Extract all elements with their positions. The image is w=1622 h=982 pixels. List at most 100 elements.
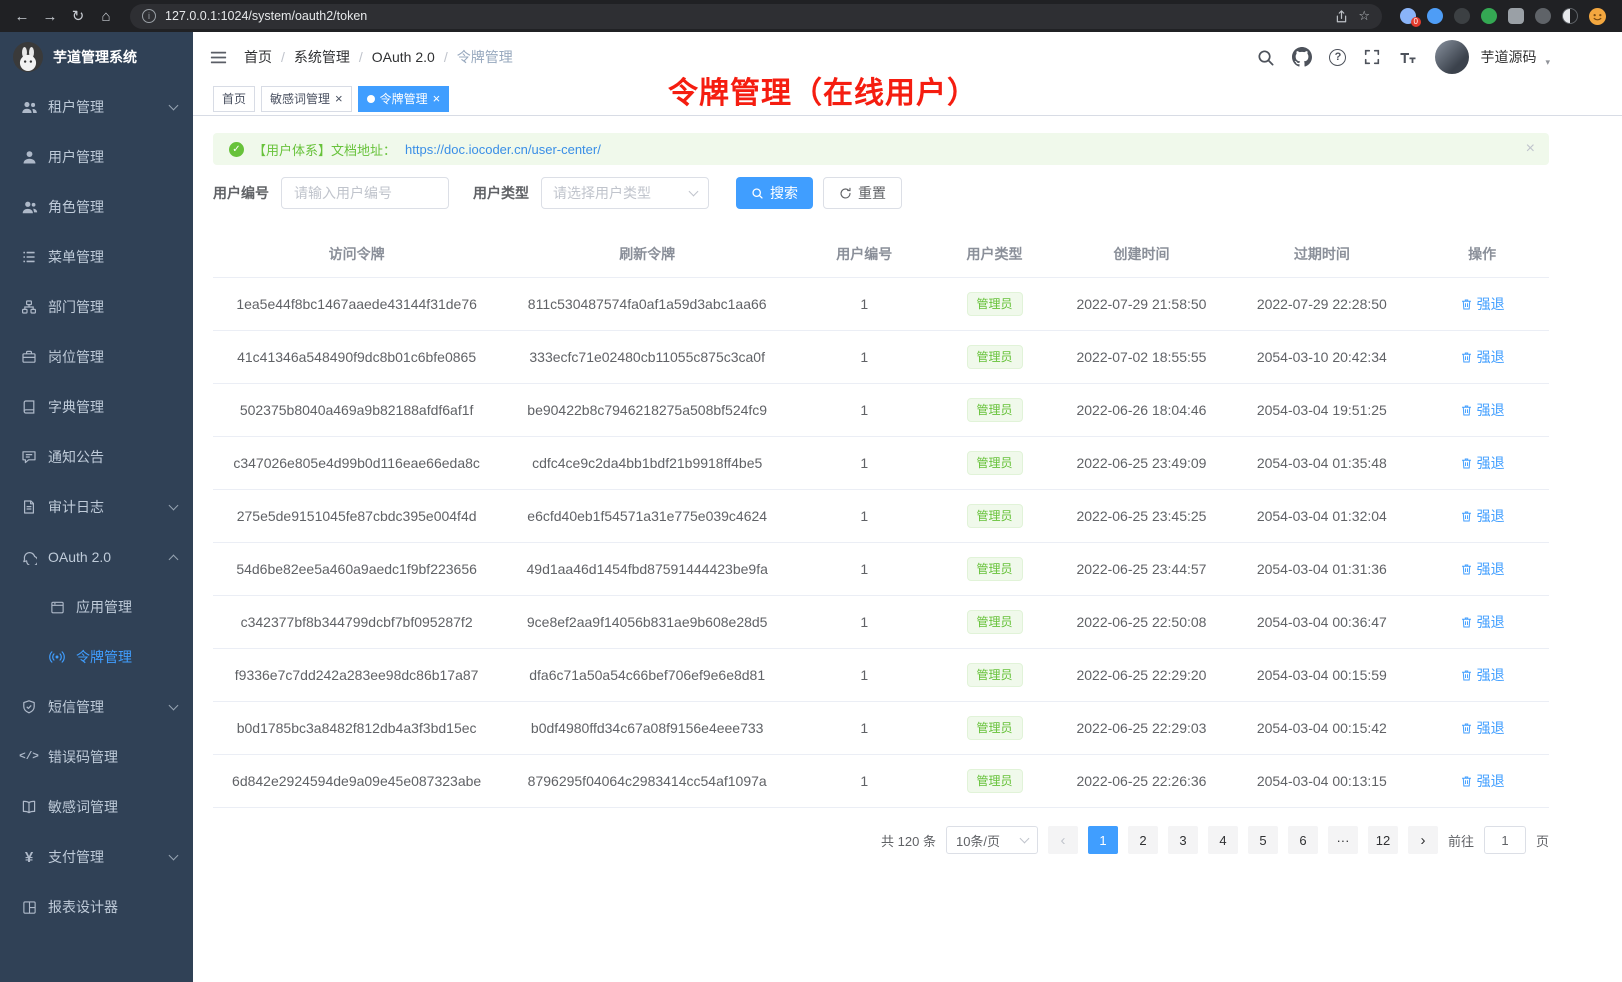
sidebar-item-tenant[interactable]: 租户管理 bbox=[0, 82, 193, 132]
browser-reload-button[interactable]: ↻ bbox=[66, 4, 90, 28]
sidebar-item-oauth2[interactable]: OAuth 2.0 bbox=[0, 532, 193, 582]
sidebar-item-role[interactable]: 角色管理 bbox=[0, 182, 193, 232]
sidebar-item-app-manage[interactable]: 应用管理 bbox=[0, 582, 193, 632]
force-logout-button[interactable]: 强退 bbox=[1460, 559, 1505, 579]
chevron-down-icon bbox=[169, 100, 179, 110]
fullscreen-icon[interactable] bbox=[1363, 48, 1381, 66]
sidebar-item-department[interactable]: 部门管理 bbox=[0, 282, 193, 332]
force-logout-button[interactable]: 强退 bbox=[1460, 718, 1505, 738]
bookmark-star-icon[interactable]: ☆ bbox=[1358, 8, 1370, 24]
force-logout-button[interactable]: 强退 bbox=[1460, 506, 1505, 526]
tab-home[interactable]: 首页 bbox=[213, 86, 255, 112]
tenant-icon bbox=[20, 98, 38, 116]
breadcrumb-oauth2[interactable]: OAuth 2.0 bbox=[372, 49, 435, 65]
page-button-6[interactable]: 6 bbox=[1288, 826, 1318, 854]
hamburger-icon[interactable] bbox=[209, 48, 228, 67]
extension-icon-gray[interactable] bbox=[1535, 8, 1551, 24]
search-icon bbox=[751, 187, 764, 200]
tab-token-manage[interactable]: 令牌管理 × bbox=[358, 86, 450, 112]
force-logout-button[interactable]: 强退 bbox=[1460, 612, 1505, 632]
breadcrumb-system[interactable]: 系统管理 bbox=[294, 47, 350, 67]
help-icon[interactable]: ? bbox=[1329, 49, 1346, 66]
user-avatar[interactable] bbox=[1435, 40, 1469, 74]
doc-link[interactable]: https://doc.iocoder.cn/user-center/ bbox=[405, 142, 601, 157]
col-created: 创建时间 bbox=[1055, 231, 1229, 278]
username[interactable]: 芋道源码 bbox=[1480, 47, 1536, 67]
table-row: f9336e7c7dd242a283ee98dc86b17a87 dfa6c71… bbox=[213, 649, 1549, 702]
screen: ← → ↻ ⌂ i 127.0.0.1:1024/system/oauth2/t… bbox=[0, 0, 1622, 982]
tags-view: 首页 敏感词管理 × 令牌管理 × bbox=[193, 82, 1622, 116]
sidebar-item-payment[interactable]: ¥ 支付管理 bbox=[0, 832, 193, 882]
close-icon[interactable]: × bbox=[433, 92, 441, 105]
sidebar-item-audit-log[interactable]: 审计日志 bbox=[0, 482, 193, 532]
page-button-5[interactable]: 5 bbox=[1248, 826, 1278, 854]
page-button-12[interactable]: 12 bbox=[1368, 826, 1398, 854]
sidebar-item-menu[interactable]: 菜单管理 bbox=[0, 232, 193, 282]
extension-icon-blue[interactable]: 0 bbox=[1400, 8, 1416, 24]
table-row: c347026e805e4d99b0d116eae66eda8c cdfc4ce… bbox=[213, 437, 1549, 490]
extension-icon-green[interactable] bbox=[1481, 8, 1497, 24]
prev-page-button[interactable]: ‹ bbox=[1048, 826, 1078, 854]
goto-page-input[interactable] bbox=[1484, 826, 1526, 854]
success-check-icon: ✓ bbox=[229, 142, 244, 157]
table-row: c342377bf8b344799dcbf7bf095287f2 9ce8ef2… bbox=[213, 596, 1549, 649]
extension-icon-contrast[interactable] bbox=[1562, 8, 1578, 24]
address-bar[interactable]: i 127.0.0.1:1024/system/oauth2/token ☆ bbox=[130, 4, 1382, 29]
chevron-down-icon bbox=[169, 700, 179, 710]
page-size-select[interactable]: 10条/页 bbox=[946, 826, 1038, 854]
breadcrumb-current: 令牌管理 bbox=[457, 47, 513, 67]
page-button-4[interactable]: 4 bbox=[1208, 826, 1238, 854]
sidebar-item-user[interactable]: 用户管理 bbox=[0, 132, 193, 182]
sidebar-item-sms[interactable]: 短信管理 bbox=[0, 682, 193, 732]
sidebar-item-sensitive-word[interactable]: 敏感词管理 bbox=[0, 782, 193, 832]
table-row: 1ea5e44f8bc1467aaede43144f31de76 811c530… bbox=[213, 278, 1549, 331]
page-button-1[interactable]: 1 bbox=[1088, 826, 1118, 854]
next-page-button[interactable]: › bbox=[1408, 826, 1438, 854]
force-logout-button[interactable]: 强退 bbox=[1460, 453, 1505, 473]
reset-button[interactable]: 重置 bbox=[823, 177, 902, 209]
table-row: b0d1785bc3a8482f812db4a3f3bd15ec b0df498… bbox=[213, 702, 1549, 755]
table-row: 275e5de9151045fe87cbdc395e004f4d e6cfd40… bbox=[213, 490, 1549, 543]
sidebar: 芋道管理系统 租户管理 用户管理 角色管理 菜单 bbox=[0, 32, 193, 982]
url-text: 127.0.0.1:1024/system/oauth2/token bbox=[165, 9, 367, 23]
force-logout-button[interactable]: 强退 bbox=[1460, 347, 1505, 367]
sidebar-item-token-manage[interactable]: 令牌管理 bbox=[0, 632, 193, 682]
page-more-button[interactable]: ··· bbox=[1328, 826, 1358, 854]
site-info-icon[interactable]: i bbox=[142, 9, 156, 23]
tab-sensitive-word[interactable]: 敏感词管理 × bbox=[261, 86, 352, 112]
user-type-badge: 管理员 bbox=[967, 663, 1023, 687]
sidebar-item-dict[interactable]: 字典管理 bbox=[0, 382, 193, 432]
close-icon[interactable]: × bbox=[335, 92, 343, 105]
search-button[interactable]: 搜索 bbox=[736, 177, 813, 209]
extensions-puzzle-icon[interactable] bbox=[1508, 8, 1524, 24]
extension-icon-drop[interactable] bbox=[1427, 8, 1443, 24]
sidebar-item-post[interactable]: 岗位管理 bbox=[0, 332, 193, 382]
page-button-3[interactable]: 3 bbox=[1168, 826, 1198, 854]
force-logout-button[interactable]: 强退 bbox=[1460, 400, 1505, 420]
pagination: 共 120 条 10条/页 ‹ 1 2 3 4 5 6 ··· 12 › 前往 bbox=[213, 826, 1549, 854]
open-book-icon bbox=[20, 798, 38, 816]
browser-home-button[interactable]: ⌂ bbox=[94, 4, 118, 28]
github-icon[interactable] bbox=[1292, 47, 1312, 67]
force-logout-button[interactable]: 强退 bbox=[1460, 294, 1505, 314]
breadcrumb-home[interactable]: 首页 bbox=[244, 47, 272, 67]
delete-icon bbox=[1460, 775, 1473, 788]
app-logo[interactable]: 芋道管理系统 bbox=[0, 32, 193, 82]
alert-close-icon[interactable]: × bbox=[1526, 140, 1535, 158]
sidebar-item-error-code[interactable]: </> 错误码管理 bbox=[0, 732, 193, 782]
extension-icon-dark[interactable] bbox=[1454, 8, 1470, 24]
refresh-icon bbox=[839, 187, 852, 200]
font-size-icon[interactable] bbox=[1398, 47, 1418, 67]
page-button-2[interactable]: 2 bbox=[1128, 826, 1158, 854]
sidebar-item-notice[interactable]: 通知公告 bbox=[0, 432, 193, 482]
force-logout-button[interactable]: 强退 bbox=[1460, 771, 1505, 791]
search-icon[interactable] bbox=[1256, 48, 1275, 67]
profile-avatar-icon[interactable] bbox=[1589, 8, 1606, 25]
force-logout-button[interactable]: 强退 bbox=[1460, 665, 1505, 685]
user-type-select[interactable]: 请选择用户类型 bbox=[541, 177, 709, 209]
sidebar-item-report-designer[interactable]: 报表设计器 bbox=[0, 882, 193, 932]
share-icon[interactable] bbox=[1334, 9, 1349, 24]
browser-forward-button[interactable]: → bbox=[38, 4, 62, 28]
browser-back-button[interactable]: ← bbox=[10, 4, 34, 28]
user-id-input[interactable] bbox=[281, 177, 449, 209]
